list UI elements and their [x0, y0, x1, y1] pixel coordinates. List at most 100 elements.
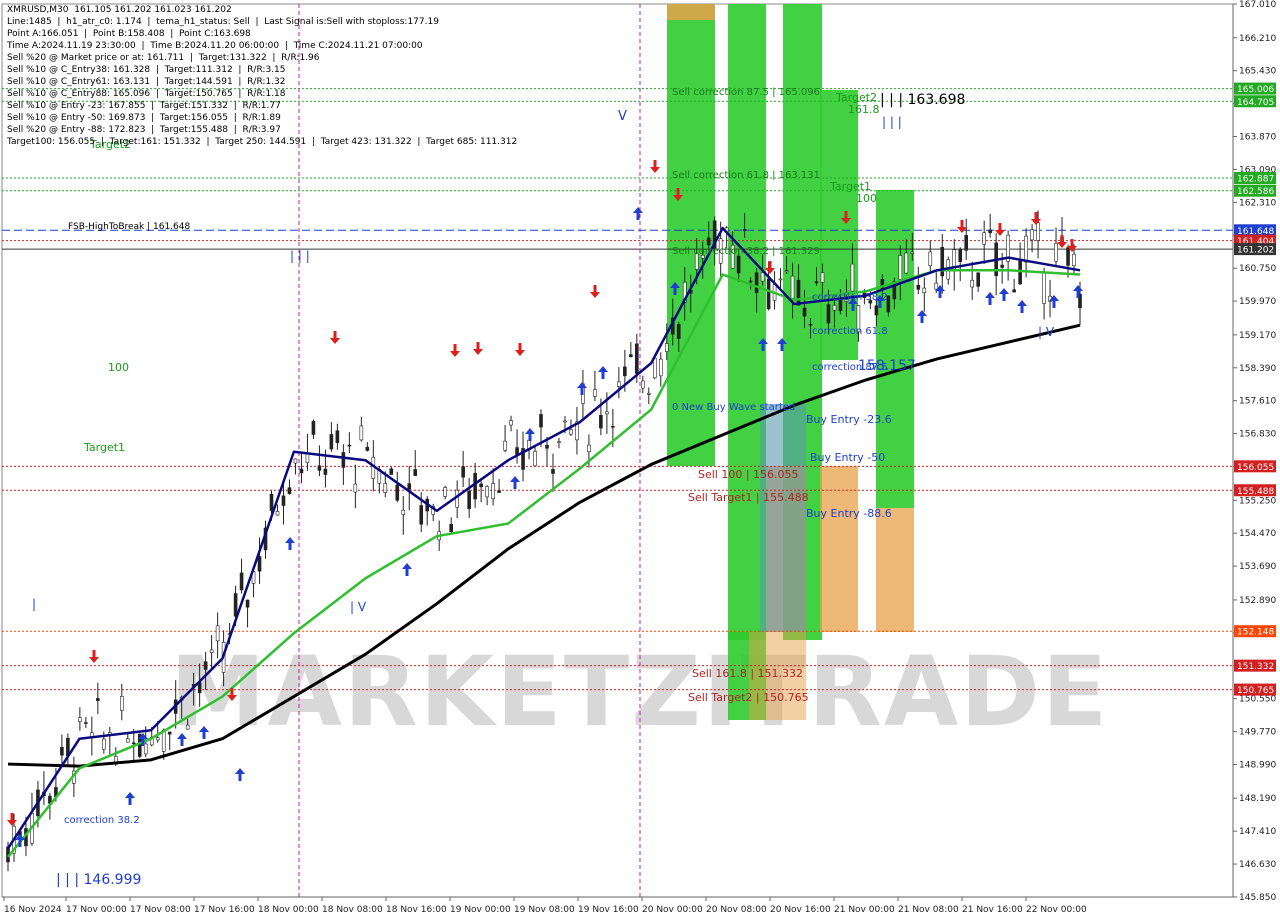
x-tick-label: 20 Nov 00:00	[642, 905, 703, 915]
candle-body	[1066, 247, 1070, 266]
candle-body	[1024, 235, 1028, 263]
signal-zone	[667, 4, 715, 20]
candle-body	[551, 469, 555, 474]
info-line: Sell %20 @ Entry -88: 172.823 | Target:1…	[7, 125, 281, 135]
candle-body	[982, 232, 986, 245]
info-line: Sell %10 @ C_Entry88: 165.096 | Target:1…	[7, 89, 286, 99]
candle-body	[167, 731, 172, 735]
candle-body	[1054, 242, 1058, 262]
chart-annotation: | | |	[882, 115, 902, 129]
y-tick-label: 159.970	[1239, 297, 1276, 307]
candle-body	[467, 490, 471, 510]
x-tick-label: 18 Nov 16:00	[386, 905, 447, 915]
y-tick-label: 160.750	[1239, 264, 1276, 274]
candle-body	[706, 237, 711, 246]
candle-body	[311, 420, 316, 435]
candle-body	[760, 272, 765, 282]
chart-annotation: | | | 163.698	[880, 92, 965, 108]
candle-body	[407, 483, 412, 490]
candle-body	[275, 511, 280, 516]
candle-body	[395, 484, 400, 501]
y-tick-label: 149.770	[1239, 728, 1276, 738]
x-tick-label: 18 Nov 00:00	[258, 905, 319, 915]
chart-annotation: Sell correction 38.2 | 161.329	[672, 246, 820, 257]
price-tag-label: 155.488	[1237, 487, 1274, 497]
candle-body	[796, 279, 801, 306]
info-line: Target100: 156.055 | Target:161: 151.332…	[7, 137, 518, 147]
chart-annotation: 100	[108, 361, 129, 374]
price-tag-label: 162.586	[1237, 187, 1274, 197]
candle-body	[479, 483, 483, 488]
candle-body	[533, 451, 537, 467]
signal-zone	[760, 404, 806, 632]
candle-body	[976, 272, 980, 287]
candle-body	[1000, 264, 1004, 268]
candle-body	[647, 392, 651, 395]
price-tag-label: 151.332	[1237, 662, 1274, 672]
y-tick-label: 163.870	[1239, 133, 1276, 143]
candle-body	[473, 473, 477, 500]
chart-annotation: 161.8	[848, 103, 880, 116]
info-line: Sell %10 @ C_Entry61: 163.131 | Target:1…	[7, 77, 286, 87]
y-tick-label: 166.210	[1239, 34, 1276, 44]
info-line: Time A:2024.11.19 23:30:00 | Time B:2024…	[7, 41, 423, 51]
chart-annotation: Sell 161.8 | 151.332	[692, 667, 803, 680]
candle-body	[958, 249, 963, 262]
chart-annotation: Target1	[83, 441, 125, 454]
candle-body	[988, 229, 992, 234]
chart-annotation: V	[618, 109, 627, 124]
chart-annotation: correction 38.2	[64, 815, 140, 826]
price-tag-label: 164.705	[1237, 98, 1274, 108]
candle-body	[509, 420, 513, 426]
candle-body	[185, 724, 190, 730]
signal-zone	[876, 508, 914, 632]
candle-body	[365, 446, 370, 451]
y-tick-label: 147.410	[1239, 827, 1276, 837]
candle-body	[617, 381, 621, 387]
candle-body	[569, 429, 573, 435]
x-tick-label: 21 Nov 00:00	[834, 905, 895, 915]
info-line: Sell %10 @ Entry -23: 167.855 | Target:1…	[7, 101, 281, 111]
candle-body	[60, 746, 64, 756]
candle-body	[928, 251, 933, 267]
candle-body	[563, 420, 567, 423]
y-tick-label: 148.990	[1239, 760, 1276, 770]
price-tag-label: 152.148	[1237, 628, 1274, 638]
candle-body	[742, 228, 747, 231]
candle-body	[790, 275, 795, 299]
candle-body	[635, 343, 639, 374]
candle-body	[652, 357, 657, 379]
signal-zone	[820, 90, 858, 360]
candle-body	[778, 278, 783, 281]
candle-body	[736, 255, 741, 274]
candle-body	[1030, 229, 1034, 241]
y-tick-label: 148.190	[1239, 794, 1276, 804]
candle-body	[748, 280, 753, 283]
candle-body	[641, 380, 645, 389]
y-tick-label: 156.830	[1239, 430, 1276, 440]
candle-body	[850, 263, 855, 292]
chart-annotation: Sell 100 | 156.055	[698, 468, 799, 481]
price-tag-label: 156.055	[1237, 463, 1274, 473]
info-line: Point A:166.051 | Point B:158.408 | Poin…	[7, 29, 251, 39]
chart-annotation: Sell correction 61.8 | 163.131	[672, 170, 820, 181]
candle-body	[491, 483, 495, 500]
x-tick-label: 17 Nov 16:00	[194, 905, 255, 915]
price-tag-label: 165.006	[1237, 85, 1274, 95]
candle-body	[281, 495, 286, 506]
candle-body	[239, 572, 244, 591]
candle-body	[497, 490, 501, 493]
candle-body	[874, 305, 879, 316]
candle-body	[964, 235, 969, 251]
candle-body	[587, 444, 591, 453]
price-tag-label: 162.887	[1237, 174, 1274, 184]
candle-body	[413, 469, 418, 476]
candle-body	[1012, 289, 1016, 293]
price-tag-label: 161.202	[1237, 246, 1274, 256]
candle-body	[299, 468, 304, 474]
info-line: Sell %10 @ C_Entry38: 161.328 | Target:1…	[7, 65, 286, 75]
candle-body	[611, 425, 615, 428]
candle-body	[820, 272, 825, 283]
candle-body	[904, 252, 909, 274]
candle-body	[970, 279, 975, 288]
